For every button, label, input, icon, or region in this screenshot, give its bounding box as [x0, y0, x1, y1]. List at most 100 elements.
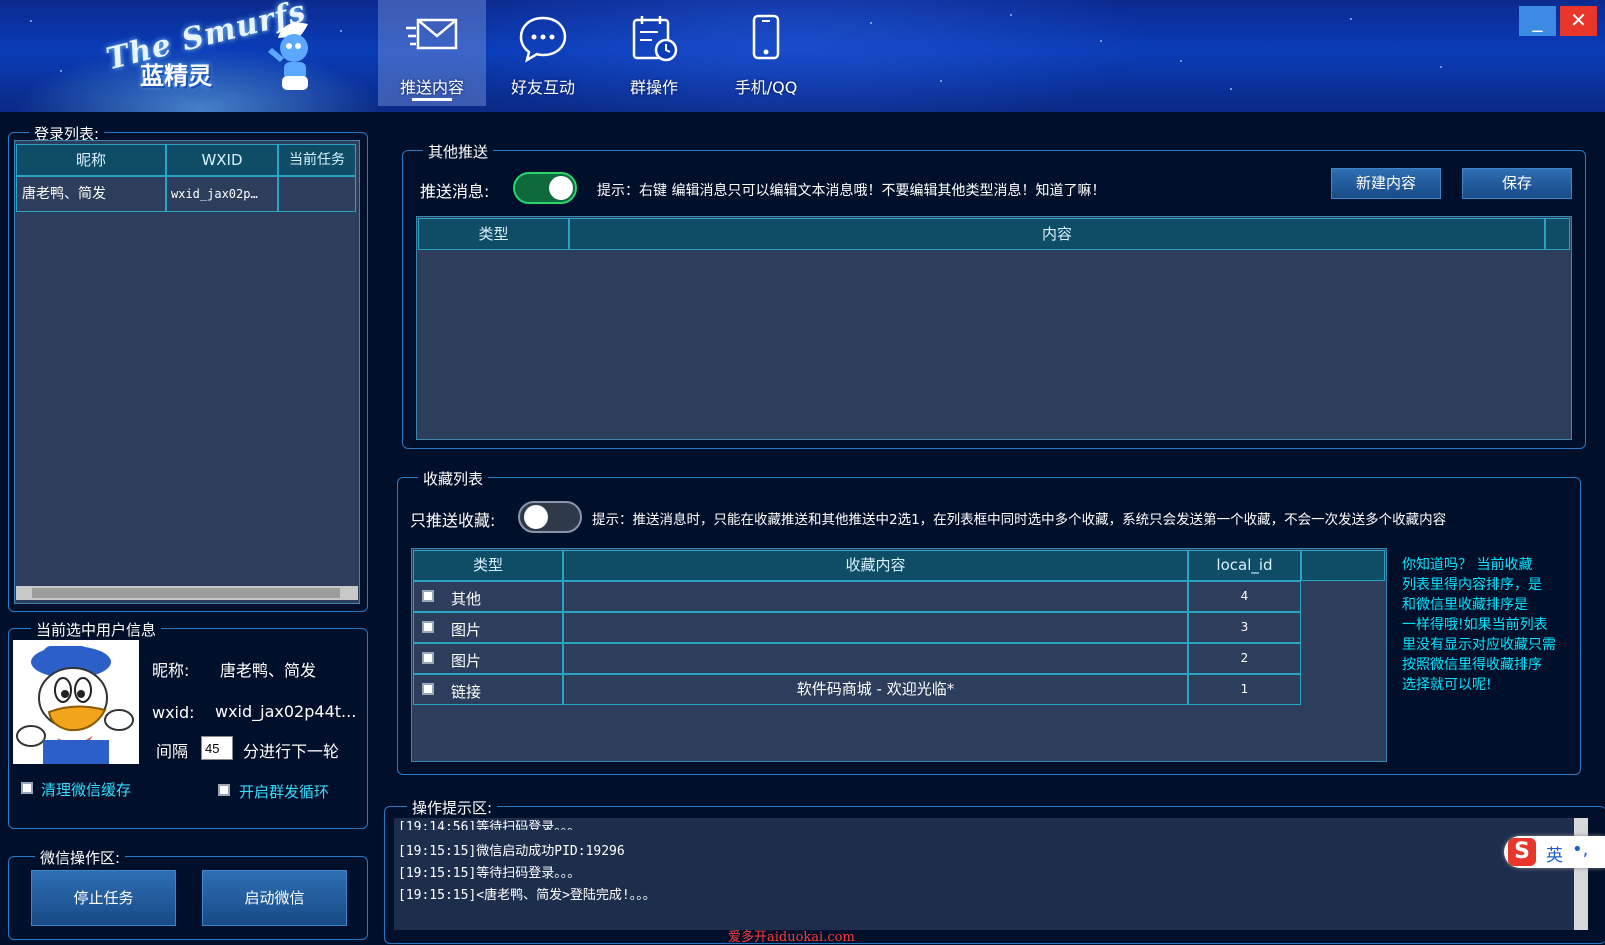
row-content[interactable] — [563, 581, 1188, 612]
row-local-id[interactable]: 1 — [1188, 674, 1301, 705]
tab-label: 好友互动 — [510, 78, 575, 97]
row-content[interactable] — [563, 612, 1188, 643]
nickname-label: 昵称: — [152, 661, 190, 680]
donald-duck-avatar-icon — [16, 646, 134, 764]
clear-cache-checkbox[interactable] — [21, 782, 33, 794]
push-message-label: 推送消息: — [420, 182, 490, 201]
side-note-line: 按照微信里得收藏排序 — [1402, 657, 1542, 673]
column-header-filler — [1545, 218, 1570, 250]
row-local-id[interactable]: 2 — [1188, 643, 1301, 674]
row-content[interactable] — [563, 643, 1188, 674]
row-type: 图片 — [451, 621, 482, 639]
side-note-line: 和微信里收藏排序是 — [1402, 597, 1528, 613]
column-header-local-id[interactable]: local_id — [1188, 550, 1301, 581]
vertical-scrollbar[interactable] — [1574, 818, 1588, 930]
favorites-tip: 提示：推送消息时，只能在收藏推送和其他推送中2选1，在列表框中同时选中多个收藏，… — [592, 512, 1447, 528]
row-type: 链接 — [451, 683, 482, 701]
wxid-label: wxid: — [152, 703, 195, 722]
interval-label: 间隔 — [156, 742, 189, 761]
log-line: [19:14:56]等待扫码登录。。。 — [398, 820, 581, 830]
column-header-fav-content[interactable]: 收藏内容 — [563, 550, 1188, 581]
table-row[interactable]: 图片 — [413, 612, 563, 643]
other-push-title: 其他推送 — [423, 141, 494, 162]
table-row[interactable]: 图片 — [413, 643, 563, 674]
smurf-mascot-icon — [268, 22, 308, 90]
clear-cache-label[interactable]: 清理微信缓存 — [41, 779, 131, 800]
side-note-line: 一样得哦!如果当前列表 — [1402, 617, 1548, 633]
table-row[interactable]: 链接 — [413, 674, 563, 705]
horizontal-scrollbar[interactable] — [16, 586, 358, 600]
minimize-button[interactable]: _ — [1519, 6, 1556, 36]
side-note-line: 里没有显示对应收藏只需 — [1402, 637, 1556, 653]
group-loop-label[interactable]: 开启群发循环 — [239, 781, 329, 802]
log-title: 操作提示区: — [407, 797, 498, 818]
ime-mode-label: 英 — [1546, 846, 1563, 866]
favorites-only-toggle[interactable] — [518, 501, 582, 533]
toggle-knob — [549, 176, 573, 200]
row-checkbox[interactable] — [422, 590, 434, 602]
login-row-task[interactable] — [278, 176, 356, 212]
column-header-task[interactable]: 当前任务 — [278, 144, 356, 176]
interval-input[interactable] — [201, 736, 233, 760]
envelope-send-icon — [406, 18, 458, 50]
app-header: The Smurfs 蓝精灵 推送内容 好友互动 群操作 手机/QQ _ ✕ — [0, 0, 1605, 112]
calendar-clock-icon — [632, 16, 678, 62]
log-line: [19:15:15]等待扫码登录。。。 — [398, 866, 581, 881]
favorites-title: 收藏列表 — [418, 468, 489, 489]
row-local-id[interactable]: 3 — [1188, 612, 1301, 643]
row-checkbox[interactable] — [422, 683, 434, 695]
save-button[interactable]: 保存 — [1462, 168, 1572, 199]
table-row[interactable]: 其他 — [413, 581, 563, 612]
ime-indicator[interactable]: S 英 •, — [1504, 836, 1605, 868]
avatar — [13, 640, 139, 764]
toggle-knob — [524, 505, 548, 529]
new-content-button[interactable]: 新建内容 — [1331, 168, 1441, 199]
favorites-only-label: 只推送收藏: — [410, 511, 496, 530]
row-local-id[interactable]: 4 — [1188, 581, 1301, 612]
side-note-line: 列表里得内容排序，是 — [1402, 577, 1542, 593]
row-type: 其他 — [451, 590, 482, 608]
tab-phone-qq[interactable]: 手机/QQ — [712, 0, 820, 106]
other-push-tip: 提示：右键 编辑消息只可以编辑文本消息哦！不要编辑其他类型消息！知道了嘛！ — [597, 183, 1106, 199]
tab-group-ops[interactable]: 群操作 — [600, 0, 708, 106]
side-note-line: 你知道吗？ 当前收藏 — [1402, 557, 1533, 573]
column-header-nickname[interactable]: 昵称 — [16, 144, 166, 176]
favorites-side-note: 你知道吗？ 当前收藏 列表里得内容排序，是 和微信里收藏排序是 一样得哦!如果当… — [1402, 555, 1556, 695]
log-line: [19:15:15]微信启动成功PID:19296 — [398, 844, 625, 859]
tab-label: 群操作 — [629, 78, 678, 97]
sogou-logo-icon: S — [1508, 838, 1536, 866]
row-type: 图片 — [451, 652, 482, 670]
user-info-title: 当前选中用户信息 — [31, 619, 162, 640]
app-logo-subtitle: 蓝精灵 — [140, 62, 212, 90]
wechat-ops-title: 微信操作区: — [35, 847, 126, 868]
stop-task-button[interactable]: 停止任务 — [31, 870, 176, 926]
nickname-value: 唐老鸭、简发 — [220, 661, 317, 680]
start-wechat-button[interactable]: 启动微信 — [202, 870, 347, 926]
tab-push-content[interactable]: 推送内容 — [378, 0, 486, 106]
column-header-fav-filler — [1301, 550, 1385, 581]
active-tab-indicator — [412, 98, 452, 101]
side-note-line: 选择就可以呢! — [1402, 677, 1492, 693]
login-row-wxid[interactable]: wxid_jax02p… — [166, 176, 278, 212]
row-checkbox[interactable] — [422, 621, 434, 633]
wxid-value: wxid_jax02p44t... — [215, 702, 357, 721]
scrollbar-thumb[interactable] — [32, 588, 340, 598]
row-checkbox[interactable] — [422, 652, 434, 664]
column-header-type[interactable]: 类型 — [418, 218, 569, 250]
tab-friend-interaction[interactable]: 好友互动 — [489, 0, 597, 106]
column-header-fav-type[interactable]: 类型 — [413, 550, 563, 581]
punctuation-icon: •, — [1572, 839, 1589, 860]
group-loop-checkbox[interactable] — [218, 784, 230, 796]
watermark: 爱多开aiduokai.com — [728, 930, 855, 945]
log-line: [19:15:15]<唐老鸭、简发>登陆完成!。。。 — [398, 888, 656, 903]
row-content[interactable]: 软件码商城 - 欢迎光临* — [563, 674, 1188, 705]
column-header-wxid[interactable]: WXID — [166, 144, 278, 176]
close-button[interactable]: ✕ — [1560, 6, 1597, 36]
interval-suffix: 分进行下一轮 — [243, 742, 340, 761]
column-header-content[interactable]: 内容 — [569, 218, 1545, 250]
push-message-toggle[interactable] — [513, 172, 577, 204]
login-row-nickname[interactable]: 唐老鸭、简发 — [16, 176, 166, 212]
tab-label: 手机/QQ — [734, 78, 798, 97]
tab-label: 推送内容 — [399, 78, 464, 97]
chat-bubble-icon — [519, 16, 567, 63]
